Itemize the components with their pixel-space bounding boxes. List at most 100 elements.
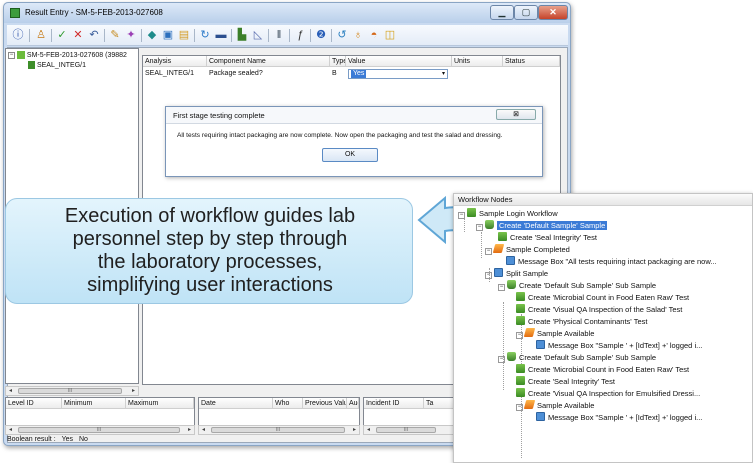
- workflow-node[interactable]: − Create 'Default Sub Sample' Sub Sample: [498, 280, 656, 292]
- pin-icon[interactable]: ▣: [161, 28, 175, 42]
- chart-icon[interactable]: ▙: [235, 28, 249, 42]
- maximize-button[interactable]: ▢: [514, 5, 538, 20]
- collapse-icon[interactable]: −: [485, 248, 492, 255]
- workflow-node[interactable]: − Sample Available: [516, 328, 594, 340]
- scroll-thumb[interactable]: III: [211, 427, 345, 433]
- boolean-yes-option[interactable]: Yes: [62, 436, 73, 443]
- scroll-right-icon[interactable]: ▸: [129, 387, 138, 395]
- scroll-thumb[interactable]: III: [18, 388, 122, 394]
- collapse-icon[interactable]: −: [485, 272, 492, 279]
- wand-icon[interactable]: ✦: [124, 28, 138, 42]
- workflow-node[interactable]: − Sample Login Workflow: [458, 208, 558, 220]
- workflow-node[interactable]: − Create 'Default Sample' Sample: [476, 220, 608, 232]
- tree-child-node[interactable]: SEAL_INTEG/1: [28, 61, 86, 69]
- col-header-component[interactable]: Component Name: [207, 56, 330, 67]
- col-header-type[interactable]: Type: [330, 56, 346, 67]
- workflow-node[interactable]: Create 'Seal Integrity' Test: [516, 376, 615, 388]
- collapse-icon[interactable]: −: [498, 356, 505, 363]
- scroll-right-icon[interactable]: ▸: [185, 426, 194, 434]
- value-dropdown[interactable]: Yes ▾: [348, 69, 448, 79]
- card-icon[interactable]: ▬: [214, 28, 228, 42]
- limits-hscrollbar[interactable]: ◂ III ▸: [5, 425, 195, 435]
- col-header-value[interactable]: Value: [346, 56, 452, 67]
- workflow-node[interactable]: Message Box "Sample ' + [IdText] +' logg…: [536, 340, 702, 352]
- col-header-maximum[interactable]: Maximum: [126, 398, 194, 409]
- scroll-left-icon[interactable]: ◂: [6, 387, 15, 395]
- workflow-node[interactable]: Create 'Microbial Count in Food Eaten Ra…: [516, 364, 689, 376]
- col-header-units[interactable]: Units: [452, 56, 503, 67]
- col-header-date[interactable]: Date: [199, 398, 273, 409]
- scroll-left-icon[interactable]: ◂: [364, 426, 373, 434]
- check-icon[interactable]: ✓: [55, 28, 69, 42]
- collapse-icon[interactable]: −: [516, 404, 523, 411]
- function-icon[interactable]: ƒ: [293, 28, 307, 42]
- cell-status[interactable]: [503, 68, 560, 79]
- scroll-thumb[interactable]: III: [18, 427, 180, 433]
- col-header-previous-value[interactable]: Previous Value: [303, 398, 347, 409]
- bucket-icon[interactable]: ◓: [367, 28, 381, 42]
- pen-icon[interactable]: ✎: [108, 28, 122, 42]
- workflow-node[interactable]: Create 'Visual QA Inspection for Emulsif…: [516, 388, 700, 400]
- workflow-node-label: Message Box "Sample ' + [IdText] +' logg…: [548, 413, 703, 422]
- col-header-minimum[interactable]: Minimum: [62, 398, 126, 409]
- title-bar[interactable]: Result Entry - SM-5-FEB-2013-027608 ▁ ▢ …: [4, 3, 570, 23]
- workflow-node[interactable]: − Sample Available: [516, 400, 594, 412]
- col-header-analysis[interactable]: Analysis: [143, 56, 207, 67]
- workflow-node[interactable]: Create 'Seal Integrity' Test: [498, 232, 597, 244]
- workflow-node[interactable]: Create 'Microbial Count in Food Eaten Ra…: [516, 292, 689, 304]
- workflow-node-label: Message Box "Sample ' + [IdText] +' logg…: [548, 341, 703, 350]
- user-icon[interactable]: ♙: [34, 28, 48, 42]
- minimize-button[interactable]: ▁: [490, 5, 514, 20]
- scroll-left-icon[interactable]: ◂: [199, 426, 208, 434]
- tree-hscrollbar[interactable]: ◂ III ▸: [5, 386, 139, 396]
- ok-button[interactable]: OK: [322, 148, 378, 162]
- test-icon: [516, 364, 525, 373]
- incident-hscrollbar[interactable]: ◂ III: [363, 425, 458, 435]
- info-icon[interactable]: ⓘ: [11, 28, 25, 42]
- flask-icon[interactable]: ♁: [351, 28, 365, 42]
- audit-hscrollbar[interactable]: ◂ III ▸: [198, 425, 360, 435]
- refresh-icon[interactable]: ↻: [198, 28, 212, 42]
- scroll-left-icon[interactable]: ◂: [6, 426, 15, 434]
- col-header-status[interactable]: Status: [503, 56, 560, 67]
- workflow-node[interactable]: Create 'Visual QA Inspection of the Sala…: [516, 304, 682, 316]
- cross-icon[interactable]: ✕: [71, 28, 85, 42]
- cell-component[interactable]: Package sealed?: [207, 68, 330, 79]
- collapse-icon[interactable]: −: [458, 212, 465, 219]
- workflow-node[interactable]: Message Box "Sample ' + [IdText] +' logg…: [536, 412, 702, 424]
- folder-icon[interactable]: ▤: [177, 28, 191, 42]
- scroll-right-icon[interactable]: ▸: [350, 426, 359, 434]
- cell-units[interactable]: [452, 68, 503, 79]
- help-icon[interactable]: ❷: [314, 28, 328, 42]
- graph-icon[interactable]: ◺: [251, 28, 265, 42]
- scroll-thumb[interactable]: III: [376, 427, 436, 433]
- close-button[interactable]: ✕: [538, 5, 568, 20]
- workflow-node[interactable]: − Split Sample: [485, 268, 548, 280]
- col-header-incident-id[interactable]: Incident ID: [364, 398, 424, 409]
- undo-icon[interactable]: ↶: [87, 28, 101, 42]
- collapse-icon[interactable]: −: [8, 51, 15, 59]
- tree-child-label: SEAL_INTEG/1: [36, 61, 86, 69]
- cycle-icon[interactable]: ↺: [335, 28, 349, 42]
- cell-type[interactable]: B: [330, 68, 346, 79]
- workflow-node-label: Sample Completed: [506, 245, 570, 254]
- cell-analysis[interactable]: SEAL_INTEG/1: [143, 68, 207, 79]
- workflow-node[interactable]: − Create 'Default Sub Sample' Sub Sample: [498, 352, 656, 364]
- chevron-down-icon[interactable]: ▾: [442, 70, 445, 78]
- col-header-aud[interactable]: Aud: [347, 398, 359, 409]
- collapse-icon[interactable]: −: [498, 284, 505, 291]
- col-header-level-id[interactable]: Level ID: [6, 398, 62, 409]
- workflow-node[interactable]: Create 'Physical Contaminants' Test: [516, 316, 647, 328]
- col-header-who[interactable]: Who: [273, 398, 303, 409]
- folder-open-icon[interactable]: ◫: [383, 28, 397, 42]
- collapse-icon[interactable]: −: [516, 332, 523, 339]
- tree-root-node[interactable]: − SM-5-FEB-2013-027608 (39882: [8, 51, 127, 59]
- filter-icon[interactable]: ‖: [272, 28, 286, 42]
- workflow-node[interactable]: Message Box "All tests requiring intact …: [506, 256, 717, 268]
- workflow-node-label: Create 'Visual QA Inspection for Emulsif…: [528, 389, 701, 398]
- workflow-node[interactable]: − Sample Completed: [485, 244, 570, 256]
- diamond-icon[interactable]: ◆: [145, 28, 159, 42]
- dialog-close-button[interactable]: ⊠: [496, 109, 536, 120]
- boolean-no-option[interactable]: No: [79, 436, 88, 443]
- collapse-icon[interactable]: −: [476, 224, 483, 231]
